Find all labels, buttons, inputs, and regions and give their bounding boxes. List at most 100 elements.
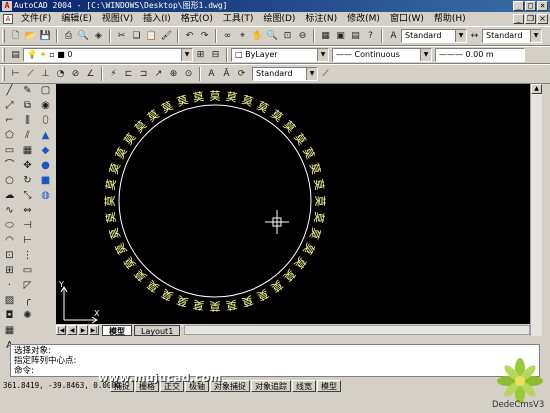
extrude-icon[interactable]: ■ — [39, 174, 53, 188]
spline-icon[interactable]: ∿ — [3, 204, 17, 218]
center-mark-icon[interactable]: ⊙ — [182, 68, 195, 81]
arrayed-text-ring[interactable]: 莫莫莫莫莫莫莫莫莫莫莫莫莫莫莫莫莫莫莫莫莫莫莫莫莫莫莫莫莫莫莫莫莫莫莫莫莫莫莫莫 — [104, 90, 327, 313]
baseline-dimension-icon[interactable]: ⊏ — [122, 68, 135, 81]
dimension-text-edit-icon[interactable]: Ā — [220, 68, 233, 81]
ring-text-char[interactable]: 莫 — [281, 267, 298, 284]
menu-tools[interactable]: 工具(T) — [218, 12, 259, 26]
cylinder-solid-icon[interactable]: ⬯ — [39, 114, 53, 128]
point-icon[interactable]: · — [3, 279, 17, 293]
coordinate-readout[interactable]: 361.8419, -39.8463, 0.0000 — [0, 381, 120, 390]
paste-icon[interactable]: 📋 — [145, 30, 158, 43]
toolbar-grip[interactable] — [2, 29, 5, 43]
color-control-combo[interactable]: □ ByLayer ▼ — [231, 48, 329, 62]
chevron-down-icon[interactable]: ▼ — [530, 30, 541, 42]
torus-solid-icon[interactable]: ● — [39, 159, 53, 173]
diameter-dimension-icon[interactable]: ⊘ — [69, 68, 82, 81]
dimension-style-combo[interactable]: Standard ▼ — [252, 67, 318, 81]
horizontal-scrollbar[interactable] — [184, 325, 530, 335]
revision-cloud-icon[interactable]: ☁ — [3, 189, 17, 203]
ring-text-char[interactable]: 莫 — [132, 118, 149, 135]
ring-text-char[interactable]: 莫 — [122, 254, 139, 271]
ring-text-char[interactable]: 莫 — [104, 196, 117, 207]
menu-help[interactable]: 帮助(H) — [429, 12, 471, 26]
zoom-realtime-icon[interactable]: 🔍 — [266, 30, 279, 43]
chevron-down-icon[interactable]: ▼ — [181, 49, 192, 61]
next-tab-icon[interactable]: ▶ — [78, 325, 88, 335]
maximize-button[interactable]: □ — [525, 1, 536, 11]
dim-style-icon[interactable]: ↔ — [468, 30, 481, 43]
quick-dimension-icon[interactable]: ⚡ — [107, 68, 120, 81]
publish-icon[interactable]: ◈ — [92, 30, 105, 43]
osnap-icon[interactable]: ⌖ — [236, 30, 249, 43]
zoom-window-icon[interactable]: ⊡ — [281, 30, 294, 43]
ring-text-char[interactable]: 莫 — [300, 241, 317, 257]
ring-text-char[interactable]: 莫 — [122, 131, 139, 148]
ring-text-char[interactable]: 莫 — [192, 297, 205, 312]
command-prompt[interactable]: 命令: — [14, 366, 536, 376]
zoom-previous-icon[interactable]: ⊖ — [296, 30, 309, 43]
move-icon[interactable]: ✥ — [21, 159, 35, 173]
menu-draw[interactable]: 绘图(D) — [258, 12, 300, 26]
toolbar-grip[interactable] — [2, 48, 5, 62]
wedge-solid-icon[interactable]: ◆ — [39, 144, 53, 158]
make-current-layer-icon[interactable]: ⊞ — [194, 49, 207, 62]
help-icon[interactable]: ? — [364, 30, 377, 43]
lineweight-toggle[interactable]: 线宽 — [292, 379, 316, 392]
print-icon[interactable]: ⎙ — [62, 30, 75, 43]
copy-icon[interactable]: ❏ — [130, 30, 143, 43]
ring-text-char[interactable]: 莫 — [255, 286, 271, 303]
circle-icon[interactable]: ○ — [3, 174, 17, 188]
mirror-icon[interactable]: ⫼ — [21, 114, 35, 128]
ring-text-char[interactable]: 莫 — [159, 286, 175, 303]
drawing-area[interactable]: 莫莫莫莫莫莫莫莫莫莫莫莫莫莫莫莫莫莫莫莫莫莫莫莫莫莫莫莫莫莫莫莫莫莫莫莫莫莫莫莫… — [56, 84, 530, 324]
chevron-down-icon[interactable]: ▼ — [317, 49, 328, 61]
menu-window[interactable]: 窗口(W) — [385, 12, 429, 26]
ellipse-arc-icon[interactable]: ◠ — [3, 234, 17, 248]
chevron-down-icon[interactable]: ▼ — [420, 49, 431, 61]
ring-text-char[interactable]: 莫 — [240, 93, 254, 109]
chevron-down-icon[interactable]: ▼ — [455, 30, 466, 42]
ring-text-char[interactable]: 莫 — [159, 99, 175, 116]
model-toggle[interactable]: 模型 — [317, 379, 341, 392]
print-preview-icon[interactable]: 🔍 — [77, 30, 90, 43]
ring-text-char[interactable]: 莫 — [268, 108, 285, 125]
trim-icon[interactable]: ⊣ — [21, 219, 35, 233]
break-point-icon[interactable]: ⋮ — [21, 249, 35, 263]
tool-palettes-icon[interactable]: ▤ — [349, 30, 362, 43]
polygon-icon[interactable]: ⬠ — [3, 129, 17, 143]
linear-dimension-icon[interactable]: ⊢ — [9, 68, 22, 81]
ring-text-char[interactable]: 莫 — [300, 145, 317, 161]
ring-text-char[interactable]: 莫 — [240, 293, 254, 309]
first-tab-icon[interactable]: |◀ — [56, 325, 66, 335]
vertical-scrollbar[interactable]: ▲ — [530, 84, 542, 336]
dimension-style-manager-icon[interactable]: ⟋ — [319, 68, 332, 81]
copy-object-icon[interactable]: ⧉ — [21, 99, 35, 113]
close-button[interactable]: × — [537, 1, 548, 11]
tab-layout1[interactable]: Layout1 — [134, 324, 181, 336]
ring-text-char[interactable]: 莫 — [107, 161, 123, 175]
menu-dimension[interactable]: 标注(N) — [300, 12, 342, 26]
layer-manager-icon[interactable]: ▤ — [9, 49, 22, 62]
hatch-icon[interactable]: ▨ — [3, 294, 17, 308]
ring-text-char[interactable]: 莫 — [107, 226, 123, 240]
scroll-up-button[interactable]: ▲ — [531, 84, 542, 94]
match-properties-icon[interactable]: 🖌 — [160, 30, 173, 43]
ordinate-dimension-icon[interactable]: ⊥ — [39, 68, 52, 81]
redo-icon[interactable]: ↷ — [198, 30, 211, 43]
lineweight-combo[interactable]: ——— 0.00 m — [435, 48, 525, 62]
radius-dimension-icon[interactable]: ◔ — [54, 68, 67, 81]
dim-style-combo[interactable]: Standard ▼ — [482, 29, 542, 43]
ring-text-char[interactable]: 莫 — [113, 145, 130, 161]
design-center-icon[interactable]: ▣ — [334, 30, 347, 43]
tab-model[interactable]: 模型 — [102, 324, 132, 336]
chamfer-icon[interactable]: ◸ — [21, 279, 35, 293]
rotate-icon[interactable]: ↻ — [21, 174, 35, 188]
ring-text-char[interactable]: 莫 — [314, 196, 327, 207]
menu-modify[interactable]: 修改(M) — [342, 12, 385, 26]
menu-insert[interactable]: 插入(I) — [138, 12, 176, 26]
text-style-combo[interactable]: Standard ▼ — [401, 29, 467, 43]
toolbar-grip[interactable] — [2, 67, 5, 81]
line-icon[interactable]: ╱ — [3, 84, 17, 98]
ring-text-char[interactable]: 莫 — [132, 267, 149, 284]
properties-icon[interactable]: ▦ — [319, 30, 332, 43]
